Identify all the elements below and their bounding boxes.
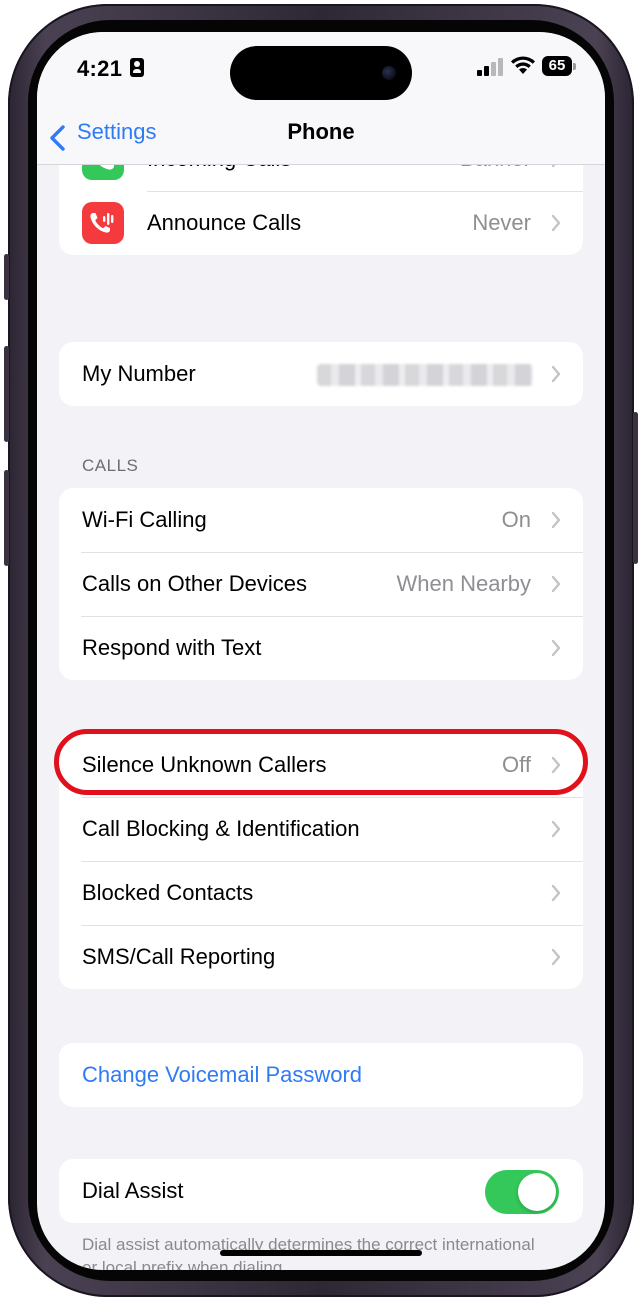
incoming-calls-row[interactable]: Incoming Calls Banner: [59, 165, 583, 191]
toggle-knob: [518, 1173, 556, 1211]
row-label: Incoming Calls: [147, 165, 291, 191]
row-label: SMS/Call Reporting: [82, 944, 276, 969]
chevron-right-icon: [551, 365, 561, 383]
dial-assist-row: Dial Assist: [59, 1159, 583, 1223]
action-button: [4, 254, 9, 300]
row-value: On: [501, 507, 531, 532]
calls-on-other-devices-row[interactable]: Calls on Other Devices When Nearby: [59, 552, 583, 616]
row-label: Respond with Text: [82, 635, 262, 660]
status-time: 4:21: [77, 56, 123, 81]
blocking-group: Silence Unknown Callers Off Call Blockin…: [59, 733, 583, 989]
chevron-right-icon: [551, 511, 561, 529]
change-voicemail-password-button[interactable]: Change Voicemail Password: [59, 1043, 583, 1107]
chevron-right-icon: [551, 214, 561, 232]
call-blocking-identification-row[interactable]: Call Blocking & Identification: [59, 797, 583, 861]
row-label: Blocked Contacts: [82, 880, 254, 905]
battery-icon: 65: [542, 56, 572, 76]
cellular-signal-icon: [477, 56, 505, 78]
row-label: Call Blocking & Identification: [82, 816, 360, 841]
row-label: Wi-Fi Calling: [82, 507, 207, 532]
announce-calls-icon: [82, 202, 124, 244]
row-label: Calls on Other Devices: [82, 571, 307, 596]
chevron-right-icon: [551, 575, 561, 593]
page-title: Phone: [287, 119, 355, 144]
row-value: Off: [502, 752, 531, 777]
row-value: When Nearby: [396, 571, 531, 596]
focus-person-icon: [130, 58, 144, 77]
calls-group: Wi-Fi Calling On Calls on Other Devices …: [59, 488, 583, 680]
wifi-icon: [511, 56, 535, 74]
dial-assist-group: Dial Assist: [59, 1159, 583, 1223]
announce-calls-row[interactable]: Announce Calls Never: [59, 191, 583, 255]
blocked-contacts-row[interactable]: Blocked Contacts: [59, 861, 583, 925]
dial-assist-toggle[interactable]: [485, 1170, 559, 1214]
wifi-calling-row[interactable]: Wi-Fi Calling On: [59, 488, 583, 552]
chevron-right-icon: [551, 639, 561, 657]
chevron-right-icon: [551, 884, 561, 902]
row-value: Never: [472, 210, 531, 235]
voicemail-group: Change Voicemail Password: [59, 1043, 583, 1107]
row-label: Announce Calls: [147, 210, 302, 235]
chevron-right-icon: [551, 756, 561, 774]
volume-up-button: [4, 346, 9, 442]
settings-list[interactable]: Incoming Calls Banner Announce Calls Nev…: [37, 165, 605, 1270]
side-power-button: [633, 412, 638, 564]
phone-icon: [82, 165, 124, 180]
silence-unknown-callers-row[interactable]: Silence Unknown Callers Off: [59, 733, 583, 797]
row-label: Silence Unknown Callers: [82, 752, 327, 777]
status-bar: 4:21 65: [37, 32, 605, 112]
battery-cap: [573, 63, 576, 70]
navigation-bar: Settings Phone: [37, 112, 605, 165]
row-value: Banner: [460, 165, 531, 191]
home-indicator[interactable]: [220, 1250, 422, 1256]
notifications-group: Incoming Calls Banner Announce Calls Nev…: [59, 165, 583, 255]
dynamic-island: [230, 46, 412, 100]
sms-call-reporting-row[interactable]: SMS/Call Reporting: [59, 925, 583, 989]
my-number-row[interactable]: My Number: [59, 342, 583, 406]
chevron-right-icon: [551, 948, 561, 966]
row-label: My Number: [82, 361, 196, 386]
volume-down-button: [4, 470, 9, 566]
respond-with-text-row[interactable]: Respond with Text: [59, 616, 583, 680]
chevron-right-icon: [551, 820, 561, 838]
row-label: Dial Assist: [82, 1178, 184, 1203]
my-number-group: My Number: [59, 342, 583, 406]
chevron-right-icon: [551, 165, 556, 168]
redacted-phone-number: [317, 364, 533, 386]
screen: 4:21 65 Settings Phone Announce Calls Ne…: [37, 32, 605, 1270]
calls-section-header: CALLS: [82, 456, 139, 475]
voicemail-link: Change Voicemail Password: [82, 1062, 363, 1087]
camera-icon: [382, 66, 396, 80]
